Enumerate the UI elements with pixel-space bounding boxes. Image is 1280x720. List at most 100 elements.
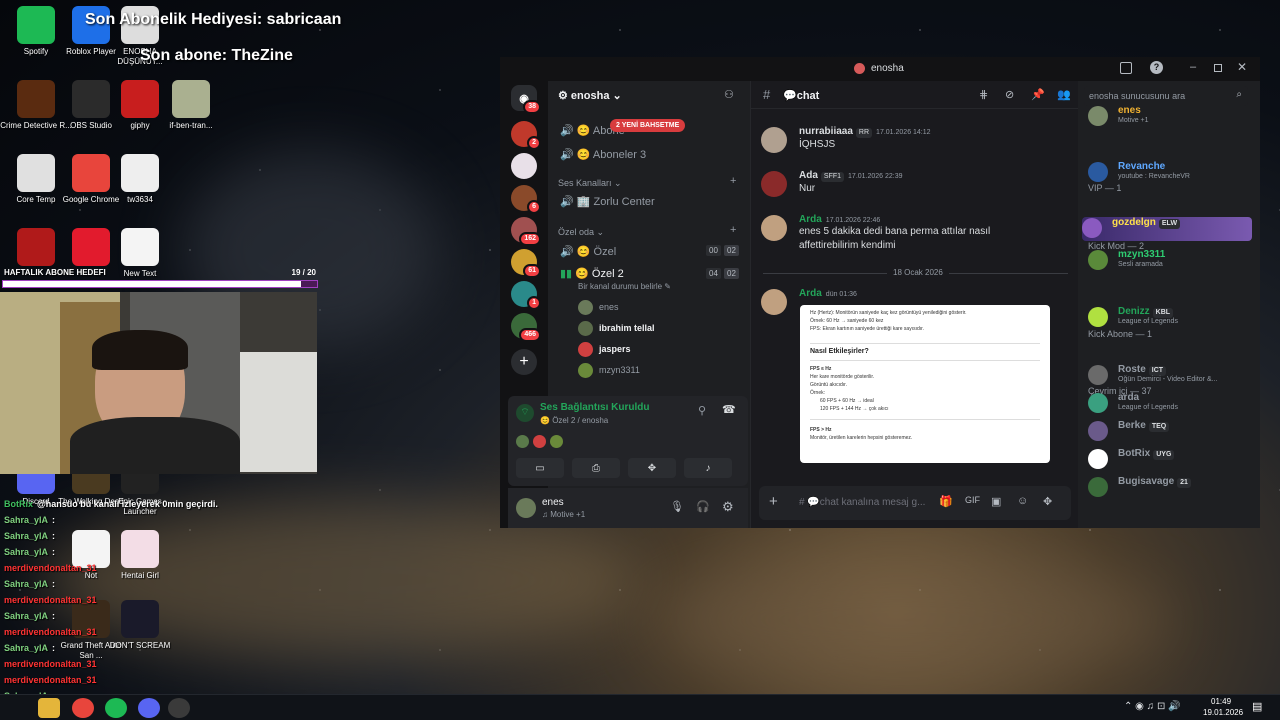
inbox-icon[interactable] [1120,62,1132,74]
avatar [1088,365,1108,385]
voice-user[interactable]: enes [578,299,738,317]
voice-user[interactable]: mzyn3311 [578,362,738,380]
add-channel-icon[interactable]: + [730,175,736,187]
search-box[interactable]: enosha sunucusunu ara ⌕ [1084,86,1248,106]
member-item[interactable]: BotRix UYG [1088,448,1253,472]
microphone-icon[interactable]: 🎙 [670,500,684,513]
channel-status-hint[interactable]: Bir kanal durumu belirle ✎ [578,282,671,291]
voice-status[interactable]: Ses Bağlantısı Kuruldu [540,402,649,413]
notification-icon[interactable]: ⊘ [1005,88,1014,101]
avatar[interactable] [761,127,787,153]
avatar[interactable] [761,171,787,197]
add-server-icon[interactable]: + [511,349,537,375]
message-author[interactable]: Arda [799,214,822,225]
message-author[interactable]: Arda [799,288,822,299]
server-icon[interactable]: 1 [511,281,541,310]
server-header[interactable]: ⚙ enosha ⌄ [558,89,622,102]
soundboard-button[interactable]: ♪ [684,458,732,478]
image-attachment[interactable]: Hz (Hertz): Monitörün saniyede kaç kez g… [800,305,1050,463]
avatar [1088,449,1108,469]
member-name: BotRix [1118,448,1151,459]
disconnect-icon[interactable]: ☎ [722,403,736,416]
notification-center-icon[interactable]: ▤ [1252,700,1262,713]
server-icon[interactable]: 466 [511,313,541,342]
chat-message[interactable]: Ada SFF1 17.01.2026 22:39 Nur [761,169,1071,197]
activities-button[interactable]: ✥ [628,458,676,478]
maximize-icon[interactable] [1214,64,1222,72]
add-channel-icon[interactable]: + [730,224,736,236]
gif-icon[interactable]: GIF [965,495,980,505]
apps-icon[interactable]: ✥ [1043,495,1052,508]
sticker-icon[interactable]: ▣ [991,495,1001,508]
server-icon[interactable]: 2 [511,121,541,150]
member-item[interactable]: Revanche youtube : RevancheVR [1088,161,1253,185]
member-item[interactable]: gozdelgn ELW [1082,217,1252,241]
member-item[interactable]: arda League of Legends [1088,392,1253,416]
category-ozel-oda[interactable]: Özel oda ⌄ [558,227,604,238]
clock-date[interactable]: 19.01.2026 [1203,708,1243,717]
chat-message[interactable]: Arda dün 01:36 [761,287,1071,315]
desktop-icon[interactable]: if-ben-tran... [155,80,227,131]
channel-ozel[interactable]: 🔊 😊 Özel [560,245,616,258]
avatar[interactable] [761,215,787,241]
server-icon[interactable]: 61 [511,249,541,278]
user-name[interactable]: enes [542,497,564,508]
member-item[interactable]: Roste ICT Oğün Demirci - Video Editor &... [1088,364,1253,388]
settings-icon[interactable]: ⚙ [722,499,734,515]
voice-user[interactable]: jaspers [578,341,738,359]
avatar[interactable] [516,498,536,518]
member-item[interactable]: Berke TEQ [1088,420,1253,444]
chat-message[interactable]: Arda 17.01.2026 22:46 enes 5 dakika dedi b… [761,213,1071,253]
chat-line: Sahra_ylA: [4,640,324,656]
clock-time[interactable]: 01:49 [1211,697,1231,706]
message-timestamp: 17.01.2026 22:46 [825,217,881,224]
member-item[interactable]: mzyn3311 Sesli aramada [1088,249,1253,273]
attach-icon[interactable]: + [769,493,778,510]
invite-icon[interactable]: ⚇ [724,88,734,101]
voice-channel-path[interactable]: 😊 Özel 2 / enosha [540,416,608,425]
emoji-icon[interactable]: ☺ [1017,495,1028,507]
voice-connection-panel: ⌔ Ses Bağlantısı Kuruldu 😊 Özel 2 / enos… [508,396,748,486]
minimize-icon[interactable]: – [1190,61,1196,73]
server-icon[interactable]: 162 [511,217,541,246]
camera-button[interactable]: ▭ [516,458,564,478]
message-author[interactable]: nurrabiiaaa [799,126,853,137]
title-bar: enosha ? – ✕ [500,57,1260,81]
avatar[interactable] [761,289,787,315]
threads-icon[interactable]: ⋕ [979,88,988,101]
pin-icon[interactable]: 📌 [1031,88,1045,101]
message-author[interactable]: Ada [799,170,818,181]
channel-aboneler-3[interactable]: 🔊 😊 Aboneler 3 [560,148,646,161]
search-input[interactable]: enosha sunucusunu ara [1089,91,1185,101]
member-list-icon[interactable]: 👥 [1057,88,1071,101]
role-tag: SFF1 [820,172,845,182]
member-status: Motive +1 [1118,117,1149,124]
server-icon[interactable]: 6 [511,185,541,214]
help-icon[interactable]: ? [1150,61,1163,74]
spotify-icon[interactable] [105,698,127,718]
obs-icon[interactable] [168,698,190,718]
message-input[interactable]: # 💬chat kanalına mesaj g... [799,497,925,508]
category-voice[interactable]: Ses Kanalları ⌄ [558,178,622,189]
noise-suppression-icon[interactable]: ⚲ [698,404,706,417]
voice-user[interactable]: ibrahim tellal [578,320,738,338]
direct-messages-icon[interactable]: ◉ 38 [511,85,541,114]
chrome-icon[interactable] [72,698,94,718]
member-item[interactable]: enes Motive +1 [1088,105,1253,129]
headphones-icon[interactable]: 🎧 [696,500,710,513]
member-item[interactable]: Bugisavage 21 [1088,476,1253,500]
server-icon[interactable] [511,153,537,179]
close-icon[interactable]: ✕ [1237,60,1247,74]
tray-icons[interactable]: ⌃ ◉ ♫ ⊡ 🔊 [1124,701,1181,712]
chat-message[interactable]: nurrabiiaaa RR 17.01.2026 14:12 İQHSJS [761,125,1071,153]
channel-ozel-2[interactable]: ▮▮ 😊 Özel 2 [560,267,624,280]
mention-pill[interactable]: 2 YENİ BAHSETME [610,119,686,132]
channel-zorlu-center[interactable]: 🔊 🏢 Zorlu Center [560,195,655,208]
chat-user: Sahra_ylA [4,611,49,621]
file-explorer-icon[interactable] [38,698,60,718]
discord-icon[interactable] [138,698,160,718]
screen-share-button[interactable]: ⎙ [572,458,620,478]
desktop-icon[interactable]: tw3634 [104,154,176,205]
gift-icon[interactable]: 🎁 [939,495,953,508]
member-item[interactable]: Denizz KBL League of Legends [1088,306,1253,330]
